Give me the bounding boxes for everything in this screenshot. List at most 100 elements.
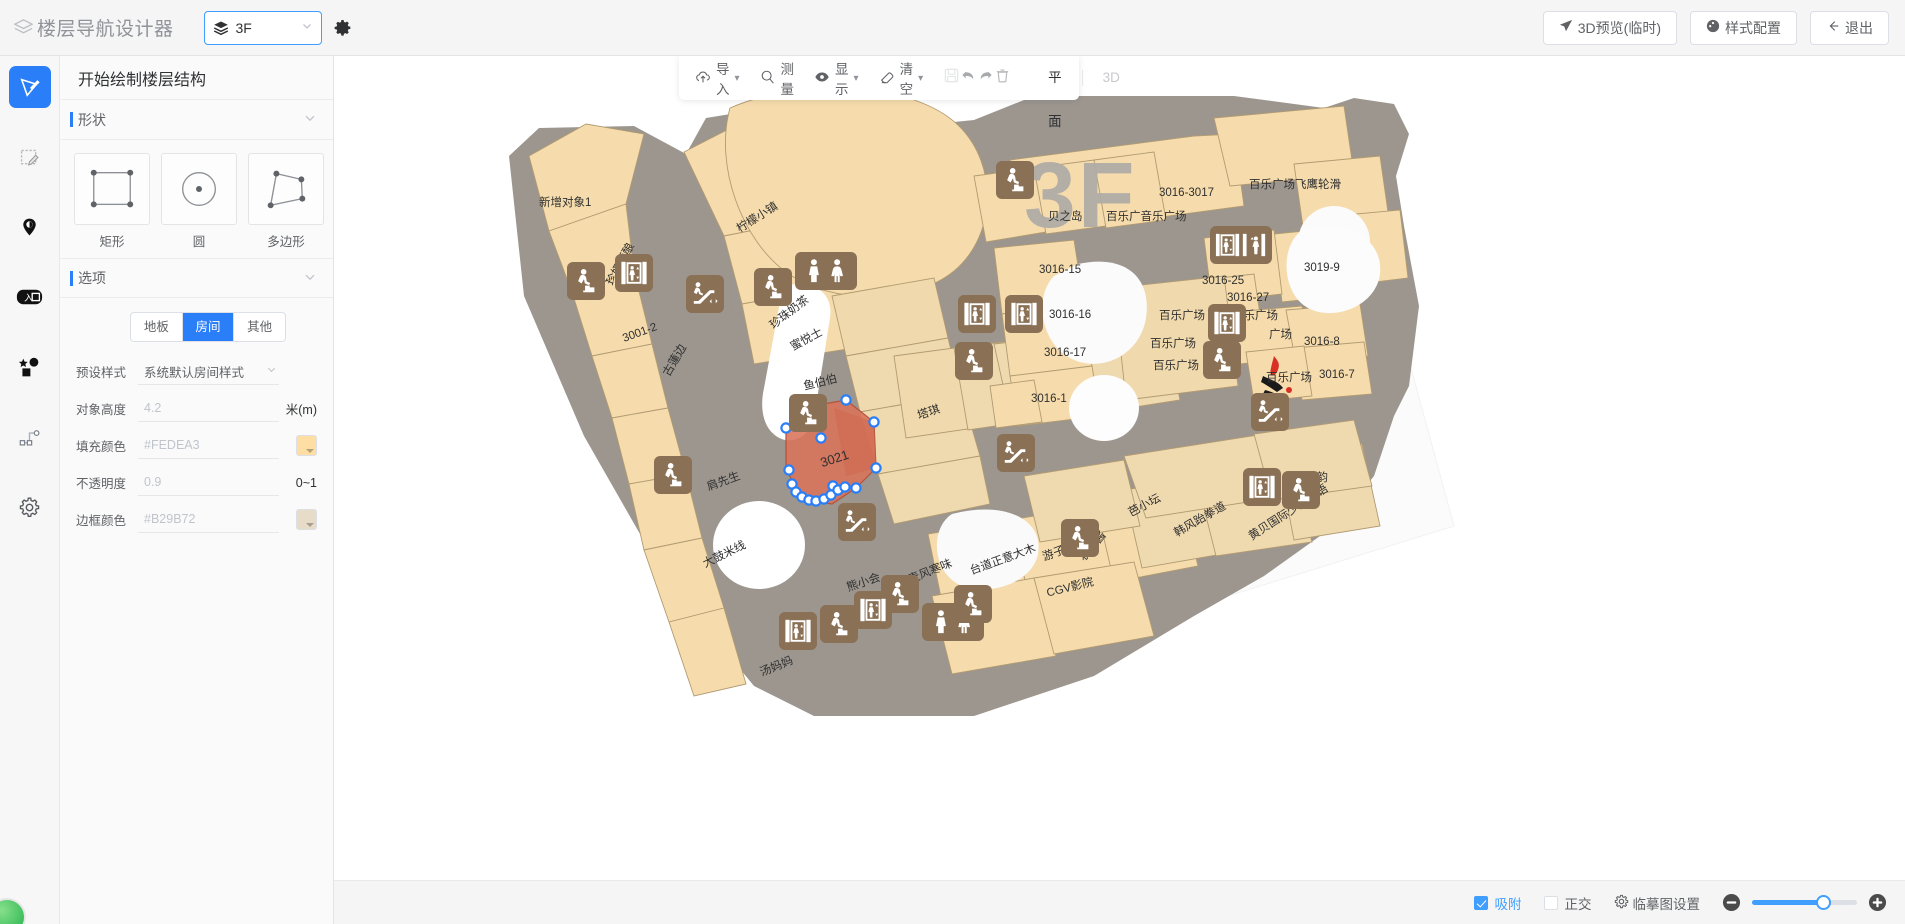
palette-icon — [1706, 19, 1720, 36]
elevator-double-icon[interactable] — [1210, 226, 1272, 264]
escalator-icon[interactable] — [686, 275, 724, 313]
object-type-tabs: 地板 房间 其他 — [130, 312, 286, 342]
chevron-down-icon — [266, 364, 277, 378]
import-menu[interactable]: 导入 ▾ — [685, 63, 750, 93]
dashed-rect-pencil-icon — [18, 146, 41, 169]
ortho-checkbox-box[interactable] — [1544, 896, 1558, 910]
opacity-placeholder: 0.9 — [144, 475, 161, 489]
options-section-title: 选项 — [78, 268, 106, 288]
elevator-icon[interactable] — [779, 612, 817, 650]
elevator-icon[interactable] — [854, 591, 892, 629]
stairs-icon[interactable] — [654, 456, 692, 494]
tab-3d-view[interactable]: 3D — [1083, 56, 1140, 100]
sidebar-item-entrance-tool[interactable]: 入 — [9, 276, 51, 318]
elevator-icon[interactable] — [1005, 295, 1043, 333]
escalator-icon[interactable] — [1251, 393, 1289, 431]
fill-color-placeholder: #FEDEA3 — [144, 438, 200, 452]
floor-watermark: 3F — [1024, 142, 1137, 249]
path-node-icon — [18, 426, 41, 449]
restroom-icon[interactable] — [795, 252, 857, 290]
stairs-icon[interactable] — [1061, 519, 1099, 557]
sidebar-item-path-tool[interactable] — [9, 416, 51, 458]
stairs-icon[interactable] — [1282, 471, 1320, 509]
map-canvas[interactable]: 3F 新增对象1柠檬小镇珍奶酒酿3001-2古蓮边珍珠奶茶蜜悦士鱼伯伯塔琪肩先生… — [334, 56, 1905, 924]
stairs-icon[interactable] — [567, 262, 605, 300]
zoom-out-button[interactable] — [1722, 893, 1741, 912]
shape-rectangle[interactable]: 矩形 — [74, 153, 150, 250]
section-accent-bar — [70, 271, 73, 286]
rectangle-icon — [74, 153, 150, 225]
chevron-down-icon[interactable] — [303, 111, 317, 128]
shape-section-header[interactable]: 形状 — [60, 100, 333, 140]
display-menu[interactable]: 显示 ▾ — [804, 63, 869, 93]
stairs-icon[interactable] — [1203, 341, 1241, 379]
options-section-header[interactable]: 选项 — [60, 258, 333, 298]
sidebar-item-facility-tool[interactable] — [9, 346, 51, 388]
delete-button[interactable] — [994, 63, 1011, 93]
floor-selector-value: 3F — [236, 20, 294, 36]
zoom-in-button[interactable] — [1868, 893, 1887, 912]
display-label: 显示 — [835, 58, 849, 98]
escalator-icon[interactable] — [997, 434, 1035, 472]
sidebar-item-settings-tool[interactable] — [9, 486, 51, 528]
stairs-icon[interactable] — [954, 585, 992, 623]
floor-settings-gear-icon[interactable] — [334, 19, 351, 36]
exit-button[interactable]: 退出 — [1810, 11, 1889, 45]
tab-other[interactable]: 其他 — [234, 313, 285, 341]
sidebar-item-poi-tool[interactable] — [9, 206, 51, 248]
object-height-label: 对象高度 — [76, 399, 138, 418]
ortho-checkbox[interactable]: 正交 — [1544, 893, 1592, 913]
undo-button[interactable] — [960, 63, 977, 93]
stairs-icon[interactable] — [754, 268, 792, 306]
escalator-icon[interactable] — [838, 503, 876, 541]
fill-color-input[interactable]: #FEDEA3 — [138, 433, 279, 459]
tab-room[interactable]: 房间 — [183, 313, 235, 341]
exit-label: 退出 — [1845, 18, 1873, 38]
tab-plan-view[interactable]: 平面 — [1028, 56, 1082, 100]
object-height-input[interactable]: 4.2 — [138, 396, 279, 422]
fill-color-swatch[interactable] — [296, 435, 317, 456]
stairs-icon[interactable] — [955, 342, 993, 380]
opacity-input[interactable]: 0.9 — [138, 470, 279, 496]
measure-button[interactable]: 测量 — [750, 63, 805, 93]
preview-3d-button[interactable]: 3D预览(临时) — [1543, 11, 1677, 45]
chevron-down-icon: ▾ — [918, 73, 923, 84]
tracing-settings-link[interactable]: 临摹图设置 — [1614, 893, 1701, 913]
shape-polygon[interactable]: 多边形 — [248, 153, 324, 250]
style-config-button[interactable]: 样式配置 — [1690, 11, 1797, 45]
sidebar-item-region-edit-tool[interactable] — [9, 136, 51, 178]
preset-style-select[interactable]: 系统默认房间样式 — [138, 359, 279, 385]
shape-circle[interactable]: 圆 — [161, 153, 237, 250]
map-pin-icon — [18, 216, 41, 239]
undo-icon — [960, 67, 977, 89]
pen-polygon-icon — [18, 75, 42, 99]
shape-rectangle-label: 矩形 — [74, 231, 150, 250]
border-color-swatch[interactable] — [296, 509, 317, 530]
stairs-icon[interactable] — [820, 605, 858, 643]
fill-color-label: 填充颜色 — [76, 436, 138, 455]
border-color-input[interactable]: #B29B72 — [138, 507, 279, 533]
section-accent-bar — [70, 112, 73, 127]
save-button[interactable] — [943, 63, 960, 93]
stairs-icon[interactable] — [996, 161, 1034, 199]
fill-color-swatch-wrap — [279, 435, 317, 456]
chevron-down-icon[interactable] — [303, 270, 317, 287]
sidebar-item-draw-tool[interactable] — [9, 66, 51, 108]
clear-label: 清空 — [900, 58, 914, 98]
tab-floor[interactable]: 地板 — [131, 313, 183, 341]
snap-checkbox[interactable]: 吸附 — [1474, 893, 1522, 913]
border-color-label: 边框颜色 — [76, 510, 138, 529]
elevator-icon[interactable] — [1243, 468, 1281, 506]
view-mode-tabs: 平面 3D — [1028, 56, 1140, 100]
map-viewport[interactable]: 3F 新增对象1柠檬小镇珍奶酒酿3001-2古蓮边珍珠奶茶蜜悦士鱼伯伯塔琪肩先生… — [334, 56, 1905, 880]
elevator-icon[interactable] — [1208, 304, 1246, 342]
zoom-slider[interactable] — [1752, 900, 1857, 905]
redo-button[interactable] — [977, 63, 994, 93]
zoom-slider-knob[interactable] — [1816, 895, 1831, 910]
elevator-icon[interactable] — [958, 295, 996, 333]
floor-selector[interactable]: 3F — [204, 11, 322, 45]
stairs-icon[interactable] — [789, 394, 827, 432]
elevator-icon[interactable] — [615, 254, 653, 292]
clear-menu[interactable]: 清空 ▾ — [869, 63, 934, 93]
snap-checkbox-box[interactable] — [1474, 896, 1488, 910]
